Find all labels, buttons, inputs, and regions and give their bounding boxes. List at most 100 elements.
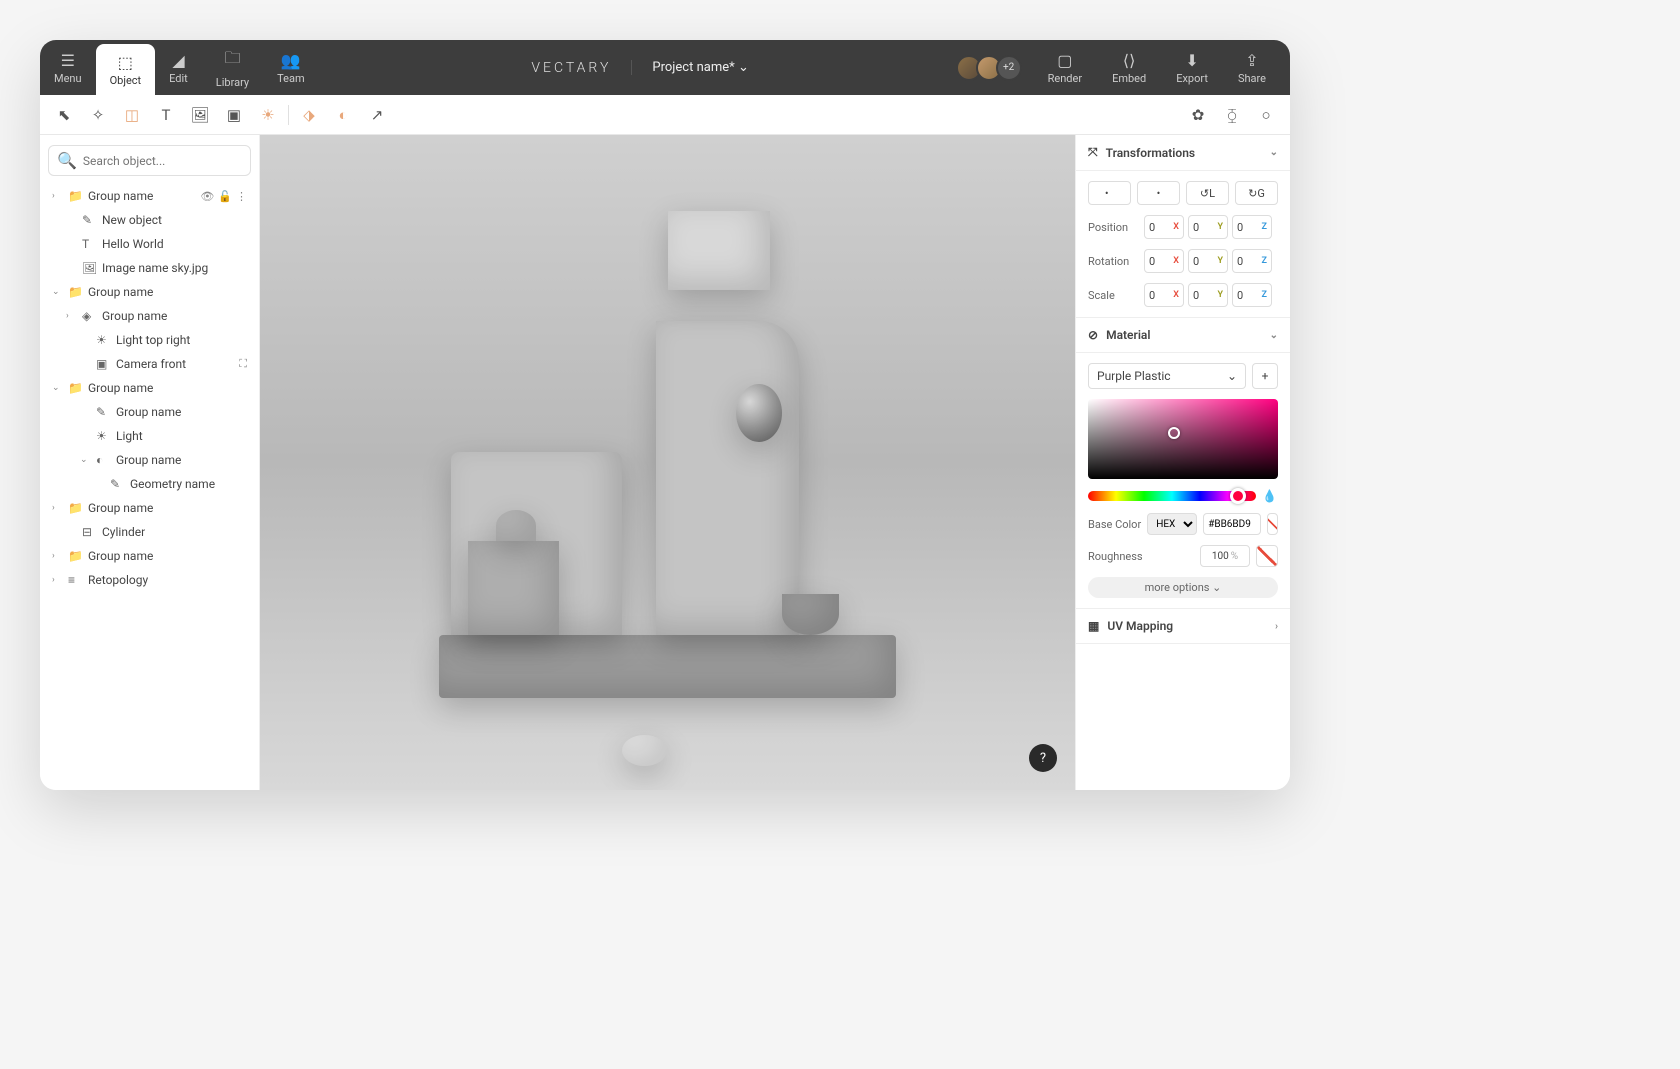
lock-icon[interactable]: 🔓 <box>218 190 232 203</box>
expand-chevron-icon[interactable]: › <box>52 551 62 561</box>
project-name[interactable]: Project name* ⌄ <box>631 60 748 75</box>
team-tab[interactable]: 👥 Team <box>263 40 319 95</box>
object-tab[interactable]: ⬚ Object <box>96 44 156 95</box>
render-button[interactable]: ▢ Render <box>1034 51 1096 85</box>
rotation-x[interactable]: 0X <box>1144 249 1184 273</box>
tree-item-label: Group name <box>88 549 153 563</box>
topbar-left: ☰ Menu ⬚ Object ◢ Edit 🗀 Library 👥 Team <box>40 40 319 95</box>
properties-panel: ⤧ Transformations ⌄ • • ↺L ↻G Position 0… <box>1075 135 1290 790</box>
tree-item[interactable]: ⊟Cylinder <box>48 520 251 544</box>
transformations-title: Transformations <box>1106 146 1195 160</box>
add-point-icon: ✧ <box>92 106 105 124</box>
help-button[interactable]: ? <box>1029 744 1057 772</box>
add-point-tool[interactable]: ✧ <box>84 101 112 129</box>
color-picker-area[interactable] <box>1088 399 1278 479</box>
tree-item[interactable]: ☀Light <box>48 424 251 448</box>
export-button[interactable]: ⬇ Export <box>1162 51 1222 85</box>
magnet-tool[interactable]: ⧲ <box>1218 101 1246 129</box>
menu-tab[interactable]: ☰ Menu <box>40 40 96 95</box>
pivot-origin[interactable]: • <box>1088 181 1131 205</box>
tree-item[interactable]: ›📁Group name <box>48 544 251 568</box>
uv-mapping-header[interactable]: ▦ UV Mapping › <box>1076 609 1290 644</box>
tree-item[interactable]: ⌄◐Group name <box>48 448 251 472</box>
circle-tool[interactable]: ○ <box>1252 101 1280 129</box>
toolbar: ⬉ ✧ ◫ T 🖼 ▣ ☀ ⬗ ◐ ↗ ✿ ⧲ ○ <box>40 95 1290 135</box>
tree-item[interactable]: ▣Camera front⛶ <box>48 352 251 376</box>
tree-item[interactable]: ⌄📁Group name <box>48 376 251 400</box>
tree-item[interactable]: 🖼Image name sky.jpg <box>48 256 251 280</box>
pivot-center[interactable]: • <box>1137 181 1180 205</box>
rotation-z[interactable]: 0Z <box>1232 249 1272 273</box>
tree-item-label: Light top right <box>116 333 190 347</box>
add-material-button[interactable]: + <box>1252 363 1278 389</box>
export-tool[interactable]: ↗ <box>363 101 391 129</box>
item-type-icon: 📁 <box>68 285 82 299</box>
leaf-tool[interactable]: ✿ <box>1184 101 1212 129</box>
more-options-button[interactable]: more options ⌄ <box>1088 577 1278 598</box>
material-header[interactable]: ⊘ Material ⌄ <box>1076 318 1290 353</box>
rotation-y[interactable]: 0Y <box>1188 249 1228 273</box>
tree-item[interactable]: THello World <box>48 232 251 256</box>
material-icon: ⊘ <box>1088 328 1098 342</box>
primitive-tool[interactable]: ◫ <box>118 101 146 129</box>
collaborator-avatars[interactable]: +2 <box>962 55 1022 81</box>
fullscreen-icon[interactable]: ⛶ <box>239 357 247 371</box>
tree-item[interactable]: ⌄📁Group name <box>48 280 251 304</box>
tree-item[interactable]: ☀Light top right <box>48 328 251 352</box>
topbar-center: VECTARY Project name* ⌄ <box>319 40 962 95</box>
viewport[interactable]: ? <box>260 135 1075 790</box>
scale-z[interactable]: 0Z <box>1232 283 1272 307</box>
search-input[interactable] <box>83 154 242 168</box>
expand-chevron-icon[interactable]: › <box>52 575 62 585</box>
transform-tool[interactable]: ⬗ <box>295 101 323 129</box>
expand-chevron-icon[interactable]: › <box>66 311 76 321</box>
roughness-swatch[interactable] <box>1256 545 1278 567</box>
expand-chevron-icon[interactable]: › <box>52 503 62 513</box>
color-value-input[interactable] <box>1203 513 1261 535</box>
leaf-icon: ✿ <box>1192 106 1205 124</box>
position-y[interactable]: 0Y <box>1188 215 1228 239</box>
expand-chevron-icon[interactable]: ⌄ <box>52 287 62 297</box>
pivot-local[interactable]: ↺L <box>1186 181 1229 205</box>
tree-item[interactable]: ›≡Retopology <box>48 568 251 592</box>
tree-item[interactable]: ✎New object <box>48 208 251 232</box>
embed-button[interactable]: ⟨⟩ Embed <box>1098 51 1160 85</box>
scale-x[interactable]: 0X <box>1144 283 1184 307</box>
color-swatch[interactable] <box>1267 513 1278 535</box>
expand-chevron-icon[interactable]: › <box>52 191 62 201</box>
position-z[interactable]: 0Z <box>1232 215 1272 239</box>
scale-y[interactable]: 0Y <box>1188 283 1228 307</box>
transformations-header[interactable]: ⤧ Transformations ⌄ <box>1076 135 1290 171</box>
search-box[interactable]: 🔍 <box>48 145 251 176</box>
roughness-input[interactable]: 100 % <box>1200 545 1250 567</box>
more-icon[interactable]: ⋮ <box>236 190 247 203</box>
hue-slider[interactable] <box>1088 491 1256 501</box>
color-cursor[interactable] <box>1168 427 1180 439</box>
render-icon: ▢ <box>1057 51 1072 70</box>
material-select[interactable]: Purple Plastic ⌄ <box>1088 363 1246 389</box>
color-format-select[interactable]: HEX <box>1147 513 1197 535</box>
hue-cursor[interactable] <box>1230 488 1246 504</box>
tree-item[interactable]: ›◈Group name <box>48 304 251 328</box>
select-tool[interactable]: ⬉ <box>50 101 78 129</box>
edit-tab[interactable]: ◢ Edit <box>155 40 202 95</box>
expand-chevron-icon[interactable]: ⌄ <box>52 383 62 393</box>
eyedropper-icon[interactable]: 💧 <box>1262 489 1278 503</box>
text-tool[interactable]: T <box>152 101 180 129</box>
library-tab[interactable]: 🗀 Library <box>202 40 263 95</box>
visibility-icon[interactable]: 👁 <box>200 190 214 203</box>
tree-item[interactable]: ›📁Group name <box>48 496 251 520</box>
tree-item[interactable]: ✎Group name <box>48 400 251 424</box>
tree-item[interactable]: ✎Geometry name <box>48 472 251 496</box>
camera-tool[interactable]: ▣ <box>220 101 248 129</box>
position-x[interactable]: 0X <box>1144 215 1184 239</box>
text-icon: T <box>162 106 171 124</box>
image-tool[interactable]: 🖼 <box>186 101 214 129</box>
deform-tool[interactable]: ◐ <box>329 101 357 129</box>
tree-item[interactable]: ›📁Group name👁🔓⋮ <box>48 184 251 208</box>
share-button[interactable]: ⇪ Share <box>1224 51 1280 85</box>
pivot-global[interactable]: ↻G <box>1235 181 1278 205</box>
light-tool[interactable]: ☀ <box>254 101 282 129</box>
expand-chevron-icon[interactable]: ⌄ <box>80 455 90 465</box>
avatar-more[interactable]: +2 <box>996 55 1022 81</box>
